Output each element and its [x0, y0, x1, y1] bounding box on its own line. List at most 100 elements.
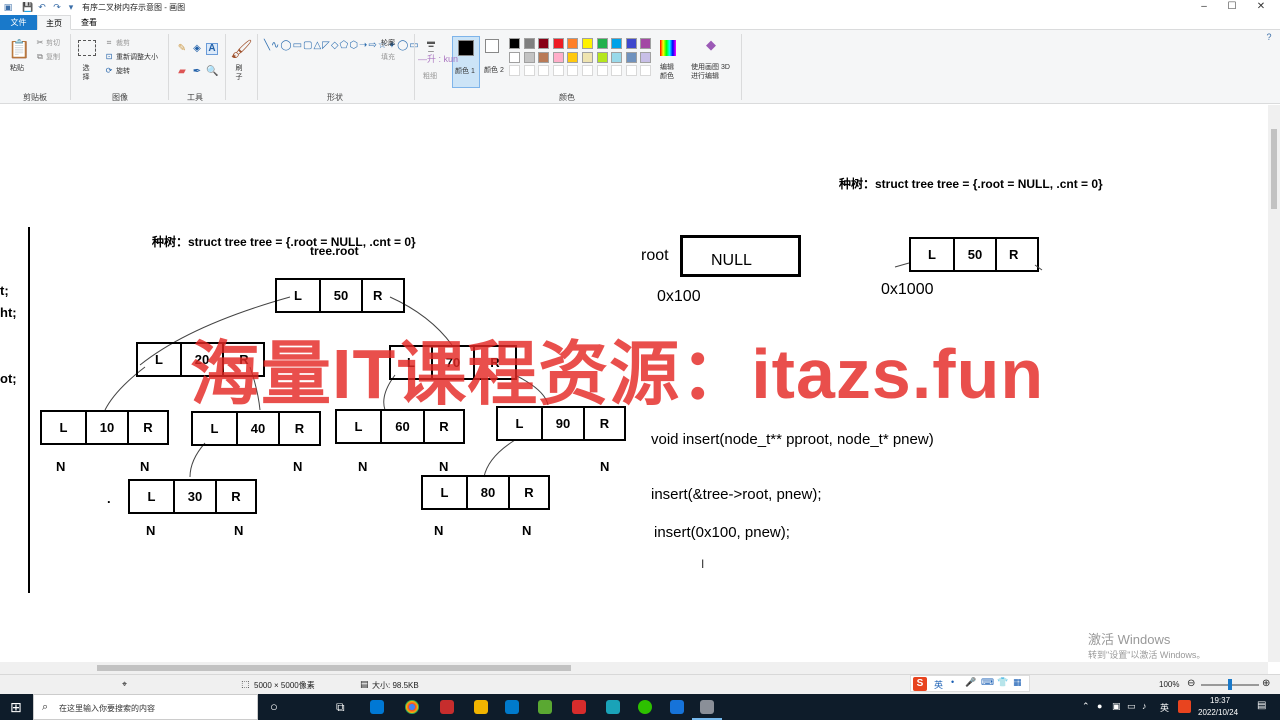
- app-teal-icon[interactable]: [606, 700, 620, 714]
- empty-color-slot[interactable]: [596, 65, 608, 76]
- ime-toolbar[interactable]: S 英 • 🎤 ⌨ 👕 ▦: [910, 675, 1030, 692]
- minimize-button[interactable]: –: [1194, 0, 1214, 14]
- color-swatch[interactable]: [596, 38, 608, 49]
- wechat-icon[interactable]: [638, 700, 652, 714]
- color-swatch[interactable]: [567, 51, 579, 63]
- task-view-icon[interactable]: ⧉: [336, 700, 350, 714]
- copy-button[interactable]: 复制: [46, 53, 60, 62]
- edge-icon[interactable]: [370, 700, 384, 714]
- color-picker-icon[interactable]: ✒: [191, 67, 203, 77]
- empty-color-slot[interactable]: [611, 65, 623, 76]
- empty-color-slot[interactable]: [567, 65, 579, 76]
- rotate-icon[interactable]: ⟳: [104, 66, 114, 76]
- edit-colors-button[interactable]: 编辑颜色: [660, 63, 678, 81]
- windows-start-icon[interactable]: ⊞: [10, 700, 24, 714]
- cut-icon[interactable]: ✂: [35, 38, 45, 48]
- app-blue-icon[interactable]: [670, 700, 684, 714]
- vertical-scroll-thumb[interactable]: [1271, 129, 1277, 209]
- crop-icon[interactable]: ⌗: [104, 38, 114, 48]
- pencil-icon[interactable]: ✎: [176, 44, 188, 54]
- help-icon[interactable]: ?: [1262, 32, 1276, 42]
- microphone-icon[interactable]: 🎤: [965, 677, 976, 688]
- color-swatch[interactable]: [523, 38, 535, 49]
- brush-icon[interactable]: 🖌: [230, 38, 253, 60]
- drawing-canvas[interactable]: t; ht; ot; 种树：struct tree tree = {.root …: [0, 105, 1268, 662]
- notification-icon[interactable]: ▤: [1257, 700, 1266, 711]
- color-swatch[interactable]: [538, 38, 550, 49]
- rotate-button[interactable]: 旋转: [116, 67, 130, 76]
- color-swatch[interactable]: [552, 38, 564, 49]
- size-button[interactable]: 粗细: [423, 72, 437, 81]
- color-swatch[interactable]: [625, 38, 637, 49]
- color-swatch[interactable]: [582, 38, 593, 49]
- empty-color-slot[interactable]: [523, 65, 535, 76]
- customize-quick-access-icon[interactable]: ▾: [66, 2, 76, 12]
- color-swatch[interactable]: [625, 51, 637, 63]
- horizontal-scrollbar[interactable]: [0, 662, 1268, 674]
- tab-file[interactable]: 文件: [0, 15, 37, 30]
- fill-icon[interactable]: ◈: [191, 44, 203, 54]
- empty-color-slot[interactable]: [582, 65, 593, 76]
- color-swatch[interactable]: [582, 51, 593, 63]
- tray-up-icon[interactable]: ⌃: [1082, 701, 1090, 712]
- zoom-slider-thumb[interactable]: [1228, 679, 1232, 690]
- file-explorer-icon[interactable]: [474, 700, 488, 714]
- copy-icon[interactable]: ⧉: [35, 52, 45, 62]
- color-swatch[interactable]: [509, 51, 520, 63]
- keyboard-icon[interactable]: ⌨: [981, 677, 994, 688]
- close-button[interactable]: ✕: [1251, 0, 1271, 14]
- save-icon[interactable]: 💾: [22, 2, 33, 12]
- paint3d-button[interactable]: 使用画图 3D 进行编辑: [691, 63, 736, 81]
- edit-colors-icon[interactable]: [660, 40, 676, 56]
- tab-view[interactable]: 查看: [72, 15, 106, 30]
- ime-language[interactable]: 英: [934, 678, 943, 691]
- empty-color-slot[interactable]: [509, 65, 520, 76]
- sogou-tray-icon[interactable]: [1178, 700, 1191, 713]
- brushes-button[interactable]: 刷子: [233, 64, 245, 82]
- paint3d-icon[interactable]: ◆: [704, 38, 718, 56]
- magnifier-icon[interactable]: 🔍: [206, 67, 218, 77]
- paint-taskbar-icon[interactable]: [700, 700, 714, 714]
- volume-icon[interactable]: ♪: [1142, 701, 1147, 711]
- empty-color-slot[interactable]: [538, 65, 550, 76]
- color-swatch[interactable]: [596, 51, 608, 63]
- empty-color-slot[interactable]: [552, 65, 564, 76]
- zoom-in-icon[interactable]: ⊕: [1262, 678, 1270, 689]
- select-button[interactable]: 选择: [80, 64, 92, 82]
- color2-swatch[interactable]: [485, 39, 499, 53]
- skin-icon[interactable]: 👕: [997, 677, 1008, 688]
- wps-icon[interactable]: [572, 700, 586, 714]
- shapes-gallery-icon[interactable]: ╲∿◯▭▢△◸◇⬠⬡➝⇨☆✦◯▭: [264, 39, 419, 79]
- color-swatch[interactable]: [538, 51, 550, 63]
- cut-button[interactable]: 剪切: [46, 39, 60, 48]
- select-icon[interactable]: [78, 40, 96, 56]
- text-icon[interactable]: A: [206, 43, 218, 55]
- tray-icon-1[interactable]: ●: [1097, 701, 1102, 711]
- chrome-icon[interactable]: [405, 700, 419, 714]
- taskbar-search-box[interactable]: ⌕ 在这里输入你要搜索的内容: [33, 694, 258, 720]
- color-swatch[interactable]: [611, 38, 623, 49]
- eraser-icon[interactable]: ▰: [176, 67, 188, 77]
- redo-icon[interactable]: ↷: [52, 2, 62, 12]
- sogou-icon[interactable]: S: [913, 677, 927, 691]
- empty-color-slot[interactable]: [640, 65, 652, 76]
- color-swatch[interactable]: [567, 38, 579, 49]
- zoom-out-icon[interactable]: ⊖: [1187, 678, 1195, 689]
- vertical-scrollbar[interactable]: [1268, 105, 1280, 662]
- resize-icon[interactable]: ⊡: [104, 52, 114, 62]
- paste-button[interactable]: 粘贴: [10, 64, 24, 73]
- clock-date[interactable]: 2022/10/24: [1198, 708, 1238, 717]
- clock-time[interactable]: 19:37: [1210, 696, 1230, 705]
- fill-button[interactable]: 填充: [381, 53, 395, 62]
- empty-color-slot[interactable]: [625, 65, 637, 76]
- resize-button[interactable]: 重新调整大小: [116, 53, 158, 62]
- network-icon[interactable]: ▭: [1127, 701, 1136, 712]
- app-green-icon[interactable]: [538, 700, 552, 714]
- outline-button[interactable]: 轮廓: [381, 39, 395, 48]
- taskbar-ime-indicator[interactable]: 英: [1160, 701, 1169, 714]
- color-swatch[interactable]: [640, 38, 652, 49]
- horizontal-scroll-thumb[interactable]: [97, 665, 571, 671]
- punctuation-icon[interactable]: •: [951, 677, 954, 687]
- paste-icon[interactable]: 📋: [8, 38, 30, 60]
- color-swatch[interactable]: [552, 51, 564, 63]
